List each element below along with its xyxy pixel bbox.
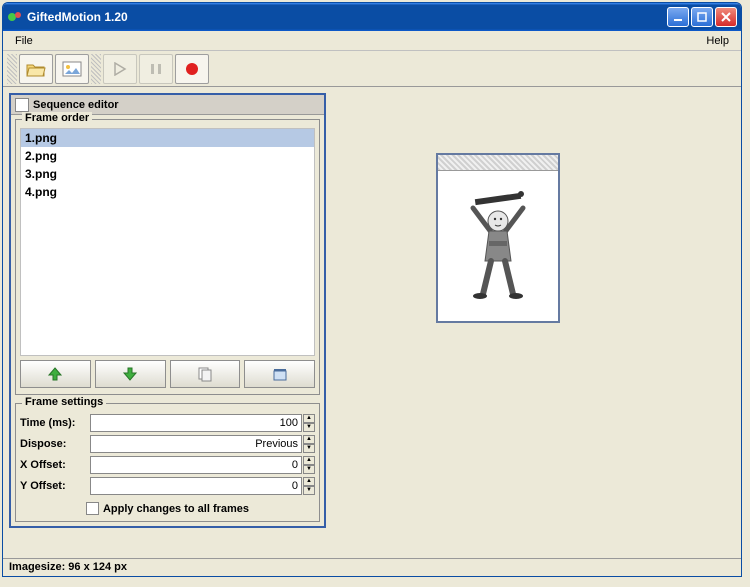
- time-spinner[interactable]: ▲▼: [303, 414, 315, 432]
- xoffset-input[interactable]: [90, 456, 302, 474]
- titlebar[interactable]: GiftedMotion 1.20: [3, 3, 741, 31]
- spinner-up-icon[interactable]: ▲: [303, 477, 315, 486]
- list-item[interactable]: 2.png: [21, 147, 314, 165]
- yoffset-spinner[interactable]: ▲▼: [303, 477, 315, 495]
- spinner-up-icon[interactable]: ▲: [303, 456, 315, 465]
- xoffset-spinner[interactable]: ▲▼: [303, 456, 315, 474]
- apply-all-label: Apply changes to all frames: [103, 503, 249, 515]
- xoffset-label: X Offset:: [20, 459, 90, 471]
- maximize-button[interactable]: [691, 7, 713, 27]
- toolbar-grip: [7, 54, 17, 84]
- pause-button[interactable]: [139, 54, 173, 84]
- spinner-down-icon[interactable]: ▼: [303, 423, 315, 432]
- preview-panel[interactable]: [436, 153, 560, 323]
- list-item[interactable]: 1.png: [21, 129, 314, 147]
- move-down-button[interactable]: [95, 360, 166, 388]
- window-icon: [15, 98, 29, 112]
- yoffset-input[interactable]: [90, 477, 302, 495]
- frame-settings-legend: Frame settings: [22, 396, 106, 408]
- preview-image: [453, 186, 543, 306]
- frame-order-group: Frame order 1.png 2.png 3.png 4.png: [15, 119, 320, 395]
- duplicate-button[interactable]: [170, 360, 241, 388]
- yoffset-label: Y Offset:: [20, 480, 90, 492]
- spinner-up-icon[interactable]: ▲: [303, 435, 315, 444]
- copy-icon: [197, 366, 213, 382]
- record-button[interactable]: [175, 54, 209, 84]
- pause-icon: [149, 62, 163, 76]
- menu-file[interactable]: File: [9, 33, 39, 49]
- time-input[interactable]: [90, 414, 302, 432]
- delete-button[interactable]: [244, 360, 315, 388]
- spinner-down-icon[interactable]: ▼: [303, 465, 315, 474]
- frame-settings-group: Frame settings Time (ms): ▲▼ Dispose: ▲▼…: [15, 403, 320, 522]
- spinner-down-icon[interactable]: ▼: [303, 444, 315, 453]
- list-item[interactable]: 3.png: [21, 165, 314, 183]
- picture-icon: [62, 61, 82, 77]
- frame-order-legend: Frame order: [22, 112, 92, 124]
- dispose-input[interactable]: [90, 435, 302, 453]
- minimize-button[interactable]: [667, 7, 689, 27]
- move-up-button[interactable]: [20, 360, 91, 388]
- app-icon: [7, 9, 23, 25]
- list-item[interactable]: 4.png: [21, 183, 314, 201]
- window-title: GiftedMotion 1.20: [27, 10, 667, 24]
- preview-canvas: [438, 171, 558, 321]
- app-window: GiftedMotion 1.20 File Help: [2, 2, 742, 577]
- toolbar-sep: [91, 54, 101, 84]
- statusbar: Imagesize: 96 x 124 px: [3, 558, 741, 576]
- menu-help[interactable]: Help: [700, 33, 735, 49]
- dispose-label: Dispose:: [20, 438, 90, 450]
- spinner-up-icon[interactable]: ▲: [303, 414, 315, 423]
- frame-list[interactable]: 1.png 2.png 3.png 4.png: [20, 128, 315, 356]
- workspace: Sequence editor Frame order 1.png 2.png …: [3, 87, 741, 558]
- spinner-down-icon[interactable]: ▼: [303, 486, 315, 495]
- menubar: File Help: [3, 31, 741, 51]
- status-text: Imagesize: 96 x 124 px: [9, 561, 127, 573]
- arrow-down-icon: [122, 366, 138, 382]
- sequence-editor-title: Sequence editor: [33, 99, 119, 111]
- toolbar: [3, 51, 741, 87]
- sequence-editor-window[interactable]: Sequence editor Frame order 1.png 2.png …: [9, 93, 326, 528]
- folder-open-icon: [26, 60, 46, 78]
- play-icon: [113, 62, 127, 76]
- frame-icon: [272, 366, 288, 382]
- play-button[interactable]: [103, 54, 137, 84]
- image-button[interactable]: [55, 54, 89, 84]
- dispose-spinner[interactable]: ▲▼: [303, 435, 315, 453]
- close-button[interactable]: [715, 7, 737, 27]
- arrow-up-icon: [47, 366, 63, 382]
- preview-titlebar[interactable]: [438, 155, 558, 171]
- apply-all-checkbox[interactable]: [86, 502, 99, 515]
- record-icon: [184, 61, 200, 77]
- open-button[interactable]: [19, 54, 53, 84]
- time-label: Time (ms):: [20, 417, 90, 429]
